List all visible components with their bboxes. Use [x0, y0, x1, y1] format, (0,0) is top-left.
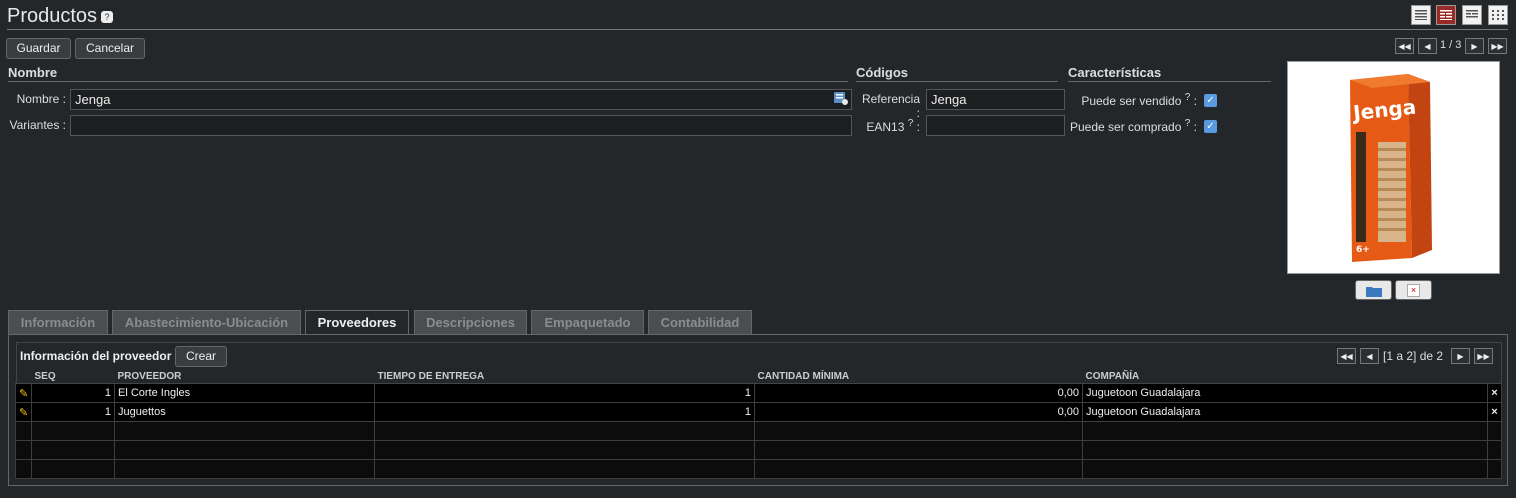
last-page-icon[interactable]: ▶▶: [1474, 348, 1493, 364]
supplier-table: SEQ PROVEEDOR TIEMPO DE ENTREGA CANTIDAD…: [15, 370, 1502, 479]
list-view-icon[interactable]: [1411, 5, 1431, 25]
tab-descripciones[interactable]: Descripciones: [414, 310, 527, 335]
form-view-icon[interactable]: [1436, 5, 1456, 25]
variants-label: Variantes :: [9, 118, 66, 132]
variants-field[interactable]: [70, 115, 852, 136]
supplier-cell: Juguettos: [114, 402, 375, 422]
first-record-icon[interactable]: ◀◀: [1395, 38, 1414, 54]
column-supplier[interactable]: PROVEEDOR: [114, 370, 375, 384]
section-divider: [8, 81, 848, 82]
can-be-sold-label-colon: :: [1193, 94, 1197, 108]
column-min-qty[interactable]: CANTIDAD MÍNIMA: [754, 370, 1083, 384]
can-be-sold-checkbox[interactable]: ✓: [1204, 94, 1217, 107]
last-record-icon[interactable]: ▶▶: [1488, 38, 1507, 54]
page-title: Productos?: [7, 5, 114, 28]
page-title-text: Productos: [7, 5, 98, 27]
seq-cell: 1: [31, 402, 115, 422]
clear-image-button[interactable]: ×: [1395, 280, 1432, 300]
ean13-help-icon[interactable]: ?: [908, 118, 914, 129]
supplier-pager: [1 a 2] de 2: [1383, 349, 1444, 363]
reference-field-value: Jenga: [931, 92, 967, 107]
title-divider: [7, 29, 1508, 30]
min-qty-cell: 0,00: [754, 402, 1083, 422]
can-be-purchased-label: Puede ser comprado ? :: [1068, 118, 1197, 134]
empty-row: [15, 459, 1502, 479]
lead-time-cell: 1: [374, 383, 755, 403]
column-seq[interactable]: SEQ: [31, 370, 115, 384]
column-delete: [1487, 370, 1502, 384]
folder-icon: [1365, 283, 1382, 297]
tab-informacion[interactable]: Información: [8, 310, 108, 335]
ean13-label-colon: :: [916, 120, 920, 134]
ean13-field[interactable]: [926, 115, 1065, 136]
can-be-purchased-help-icon[interactable]: ?: [1185, 118, 1191, 129]
reference-field[interactable]: Jenga: [926, 89, 1065, 110]
table-row[interactable]: ✎ 1 El Corte Ingles 1 0,00 Juguetoon Gua…: [15, 383, 1502, 403]
name-field[interactable]: Jenga: [70, 89, 852, 110]
min-qty-cell: 0,00: [754, 383, 1083, 403]
tab-empaquetado[interactable]: Empaquetado: [531, 310, 644, 335]
save-button[interactable]: Guardar: [6, 38, 71, 59]
empty-row: [15, 440, 1502, 460]
prev-record-icon[interactable]: ◀: [1418, 38, 1437, 54]
section-divider: [1068, 81, 1271, 82]
table-row[interactable]: ✎ 1 Juguettos 1 0,00 Juguetoon Guadalaja…: [15, 402, 1502, 422]
product-image: Jenga 6+: [1287, 61, 1500, 274]
jenga-box-illustration: Jenga 6+: [1350, 74, 1432, 262]
lead-time-cell: 1: [374, 402, 755, 422]
age-badge: 6+: [1356, 245, 1370, 255]
page-view-icon[interactable]: [1462, 5, 1482, 25]
name-field-value: Jenga: [75, 92, 111, 107]
next-page-icon[interactable]: ▶: [1451, 348, 1470, 364]
tab-proveedores[interactable]: Proveedores: [305, 310, 409, 336]
supplier-list-title: Información del proveedor: [20, 349, 172, 363]
column-lead-time[interactable]: TIEMPO DE ENTREGA: [374, 370, 755, 384]
ean13-label-text: EAN13: [866, 120, 905, 134]
grid-view-icon[interactable]: [1488, 5, 1508, 25]
edit-pencil-icon[interactable]: ✎: [15, 402, 32, 422]
column-company[interactable]: COMPAÑÍA: [1082, 370, 1488, 384]
upload-image-button[interactable]: [1355, 280, 1392, 300]
delete-row-icon[interactable]: ×: [1487, 402, 1502, 422]
section-divider: [856, 81, 1058, 82]
name-label: Nombre :: [16, 92, 66, 106]
delete-icon: ×: [1407, 284, 1420, 298]
help-icon[interactable]: ?: [101, 10, 114, 23]
prev-page-icon[interactable]: ◀: [1360, 348, 1379, 364]
first-page-icon[interactable]: ◀◀: [1337, 348, 1356, 364]
can-be-sold-label: Puede ser vendido ? :: [1070, 92, 1197, 108]
section-title-codigos: Códigos: [856, 65, 908, 80]
translate-icon[interactable]: [834, 92, 848, 105]
supplier-cell: El Corte Ingles: [114, 383, 375, 403]
company-cell: Juguetoon Guadalajara: [1082, 402, 1488, 422]
edit-pencil-icon[interactable]: ✎: [15, 383, 32, 403]
next-record-icon[interactable]: ▶: [1465, 38, 1484, 54]
company-cell: Juguetoon Guadalajara: [1082, 383, 1488, 403]
section-title-nombre: Nombre: [8, 65, 58, 80]
empty-row: [15, 421, 1502, 441]
can-be-purchased-checkbox[interactable]: ✓: [1204, 120, 1217, 133]
record-pager: 1 / 3: [1440, 39, 1462, 51]
tab-contabilidad[interactable]: Contabilidad: [648, 310, 752, 335]
delete-row-icon[interactable]: ×: [1487, 383, 1502, 403]
ean13-label: EAN13 ? :: [860, 118, 920, 134]
cancel-button[interactable]: Cancelar: [75, 38, 145, 59]
tab-abastecimiento[interactable]: Abastecimiento-Ubicación: [112, 310, 301, 335]
can-be-sold-label-text: Puede ser vendido: [1081, 94, 1182, 108]
column-edit: [15, 370, 32, 384]
seq-cell: 1: [31, 383, 115, 403]
reference-label: Referencia :: [861, 92, 920, 120]
can-be-purchased-label-text: Puede ser comprado: [1070, 120, 1182, 134]
can-be-purchased-label-colon: :: [1193, 120, 1197, 134]
section-title-caracteristicas: Características: [1068, 65, 1162, 80]
can-be-sold-help-icon[interactable]: ?: [1185, 92, 1191, 103]
create-supplier-button[interactable]: Crear: [175, 346, 227, 367]
